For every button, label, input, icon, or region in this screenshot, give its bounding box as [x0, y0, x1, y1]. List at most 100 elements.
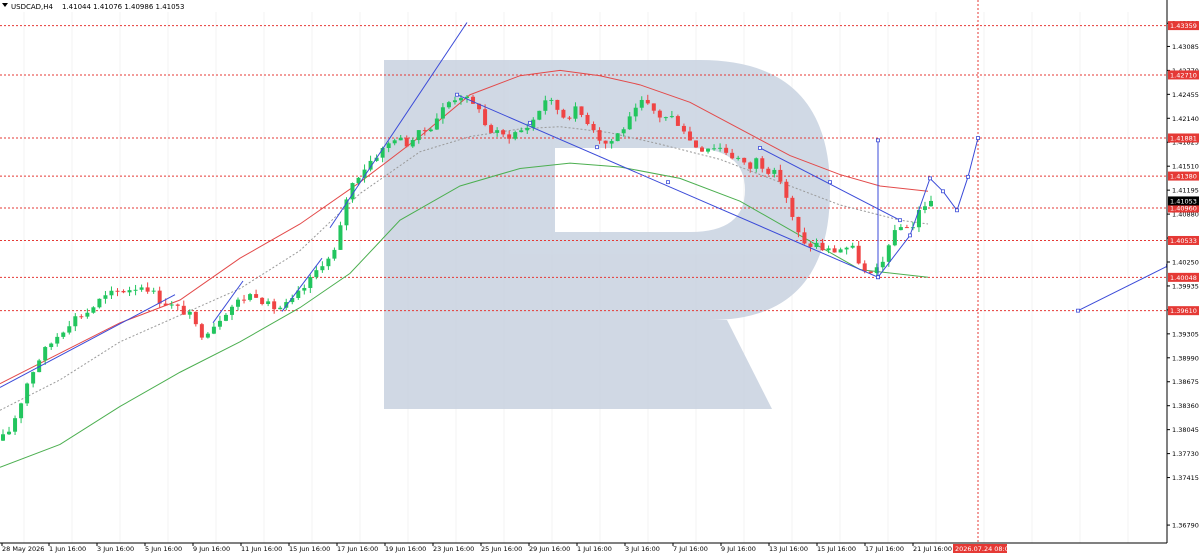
- bullish-candle: [706, 148, 711, 152]
- bullish-candle: [55, 336, 60, 344]
- time-tick-label: 3 Jul 16:00: [625, 545, 660, 553]
- bearish-candle: [778, 169, 783, 182]
- bullish-candle: [525, 127, 530, 131]
- bearish-candle: [254, 294, 259, 298]
- bearish-candle: [856, 245, 861, 264]
- price-tick-label: 1.42455: [1172, 91, 1199, 99]
- bearish-candle: [645, 99, 650, 104]
- bearish-candle: [904, 227, 909, 229]
- bullish-candle: [7, 431, 12, 435]
- bullish-candle: [458, 98, 463, 101]
- bearish-candle: [489, 125, 494, 133]
- chart-header: USDCAD,H4 1.41044 1.41076 1.40986 1.4105…: [2, 3, 184, 11]
- bearish-candle: [193, 311, 198, 325]
- trend-line-node: [898, 218, 902, 223]
- trend-line-node: [828, 180, 832, 185]
- time-tick-label: 28 May 2026: [2, 545, 44, 553]
- bullish-candle: [513, 132, 518, 139]
- bearish-candle: [163, 303, 168, 306]
- bullish-candle: [13, 418, 18, 432]
- bearish-candle: [242, 299, 247, 301]
- bullish-candle: [91, 307, 96, 313]
- bullish-candle: [627, 116, 632, 130]
- bullish-candle: [922, 206, 927, 210]
- bearish-candle: [760, 158, 765, 169]
- trend-line-node: [595, 145, 599, 150]
- bullish-candle: [73, 316, 78, 327]
- bullish-candle: [85, 312, 90, 317]
- bullish-candle: [398, 137, 403, 141]
- bullish-candle: [754, 158, 759, 169]
- bullish-candle: [211, 326, 216, 334]
- bullish-candle: [615, 133, 620, 142]
- bullish-candle: [886, 245, 891, 262]
- bullish-candle: [326, 258, 331, 267]
- bullish-candle: [127, 290, 132, 293]
- bearish-candle: [272, 301, 277, 310]
- forecast-node: [955, 208, 959, 213]
- forecast-node: [876, 275, 880, 280]
- forecast-time-text: 2026.07.24 08:00: [955, 545, 1013, 553]
- bearish-candle: [561, 109, 566, 118]
- level-price-text: 1.40960: [1170, 205, 1197, 213]
- forecast-node: [941, 189, 945, 194]
- bullish-candle: [814, 242, 819, 247]
- bullish-candle: [838, 249, 843, 253]
- bullish-candle: [314, 270, 319, 278]
- bullish-candle: [151, 290, 156, 292]
- bearish-candle: [260, 297, 265, 305]
- bearish-candle: [862, 263, 867, 272]
- bullish-candle: [718, 147, 723, 149]
- price-tick-label: 1.37415: [1172, 474, 1199, 482]
- trend-line-node: [455, 92, 459, 97]
- time-tick-label: 29 Jun 16:00: [529, 545, 570, 553]
- price-tick-label: 1.37730: [1172, 450, 1199, 458]
- symbol-label: USDCAD,H4: [11, 3, 54, 11]
- bullish-candle: [452, 100, 457, 103]
- bullish-candle: [320, 266, 325, 271]
- bullish-candle: [892, 230, 897, 246]
- bearish-candle: [651, 103, 656, 111]
- level-price-text: 1.41380: [1170, 173, 1197, 181]
- time-tick-label: 11 Jun 16:00: [241, 545, 282, 553]
- bearish-candle: [181, 305, 186, 315]
- time-tick-label: 9 Jul 16:00: [721, 545, 756, 553]
- bearish-candle: [567, 117, 572, 119]
- price-tick-label: 1.39305: [1172, 330, 1199, 338]
- bearish-candle: [808, 243, 813, 247]
- bullish-candle: [446, 102, 451, 108]
- bearish-candle: [742, 157, 747, 163]
- bullish-candle: [495, 130, 500, 133]
- bearish-candle: [868, 271, 873, 274]
- bullish-candle: [410, 140, 415, 147]
- bullish-candle: [229, 306, 234, 315]
- bullish-candle: [103, 295, 108, 299]
- bullish-candle: [633, 107, 638, 117]
- bearish-candle: [175, 304, 180, 306]
- bullish-candle: [621, 129, 626, 134]
- bullish-candle: [19, 403, 24, 419]
- bullish-candle: [61, 332, 66, 337]
- price-chart[interactable]: 1.433901.430851.427701.424551.421401.418…: [0, 0, 1200, 555]
- price-tick-label: 1.38675: [1172, 378, 1199, 386]
- bearish-candle: [687, 131, 692, 141]
- time-tick-label: 15 Jun 16:00: [289, 545, 330, 553]
- bullish-candle: [133, 289, 138, 291]
- bearish-candle: [796, 216, 801, 233]
- time-tick-label: 5 Jun 16:00: [145, 545, 182, 553]
- bullish-candle: [266, 301, 271, 305]
- level-price-text: 1.39610: [1170, 307, 1197, 315]
- bullish-candle: [465, 96, 469, 99]
- bearish-candle: [820, 242, 825, 251]
- bearish-candle: [591, 123, 596, 131]
- bearish-candle: [603, 140, 608, 144]
- bearish-candle: [675, 116, 680, 126]
- bearish-candle: [404, 137, 409, 147]
- level-price-text: 1.40533: [1170, 237, 1197, 245]
- time-tick-label: 19 Jun 16:00: [385, 545, 426, 553]
- bullish-candle: [416, 130, 421, 141]
- time-tick-label: 3 Jun 16:00: [97, 545, 134, 553]
- bullish-candle: [434, 118, 439, 130]
- forecast-node: [908, 233, 912, 238]
- bearish-candle: [507, 134, 512, 139]
